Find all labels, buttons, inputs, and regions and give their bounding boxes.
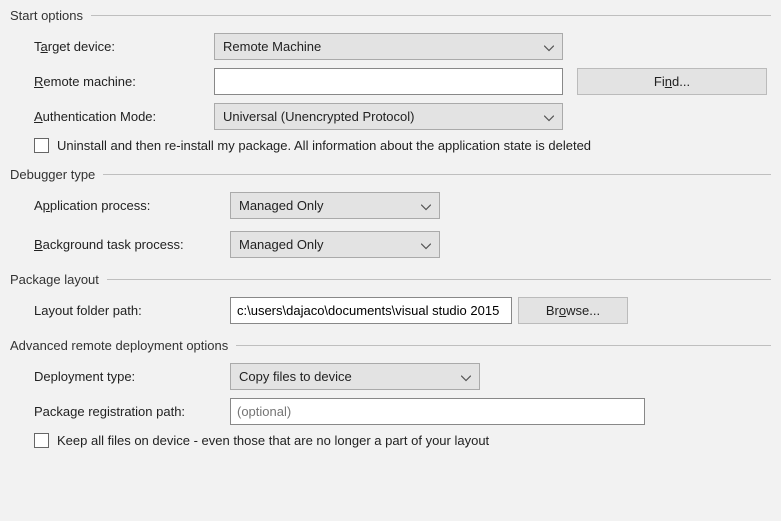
- select-value: Managed Only: [239, 198, 324, 213]
- section-title: Advanced remote deployment options: [10, 338, 228, 353]
- row-deploy-type: Deployment type: Copy files to device: [10, 363, 771, 390]
- section-title: Debugger type: [10, 167, 95, 182]
- label-app-process: Application process:: [34, 198, 230, 213]
- row-auth-mode: Authentication Mode: Universal (Unencryp…: [10, 103, 771, 130]
- select-value: Copy files to device: [239, 369, 352, 384]
- layout-path-input[interactable]: [230, 297, 512, 324]
- label-deploy-type: Deployment type:: [34, 369, 230, 384]
- keep-files-label: Keep all files on device - even those th…: [57, 433, 489, 448]
- section-header: Debugger type: [10, 167, 771, 182]
- divider: [91, 15, 771, 16]
- bg-process-select[interactable]: Managed Only: [230, 231, 440, 258]
- label-layout-path: Layout folder path:: [34, 303, 230, 318]
- remote-machine-input[interactable]: [214, 68, 563, 95]
- select-value: Managed Only: [239, 237, 324, 252]
- chevron-down-icon: [421, 237, 431, 252]
- chevron-down-icon: [544, 39, 554, 54]
- target-device-select[interactable]: Remote Machine: [214, 33, 563, 60]
- section-advanced: Advanced remote deployment options Deplo…: [10, 338, 771, 448]
- label-remote-machine: Remote machine:: [34, 74, 214, 89]
- row-uninstall-checkbox: Uninstall and then re-install my package…: [10, 138, 771, 153]
- uninstall-checkbox[interactable]: [34, 138, 49, 153]
- label-pkg-reg-path: Package registration path:: [34, 404, 230, 419]
- uninstall-label: Uninstall and then re-install my package…: [57, 138, 591, 153]
- divider: [103, 174, 771, 175]
- chevron-down-icon: [461, 369, 471, 384]
- row-pkg-reg-path: Package registration path:: [10, 398, 771, 425]
- row-target-device: Target device: Remote Machine: [10, 33, 771, 60]
- chevron-down-icon: [421, 198, 431, 213]
- section-start-options: Start options Target device: Remote Mach…: [10, 8, 771, 153]
- auth-mode-select[interactable]: Universal (Unencrypted Protocol): [214, 103, 563, 130]
- section-package-layout: Package layout Layout folder path: Brows…: [10, 272, 771, 324]
- row-remote-machine: Remote machine: Find...: [10, 68, 771, 95]
- deploy-type-select[interactable]: Copy files to device: [230, 363, 480, 390]
- divider: [107, 279, 771, 280]
- label-auth-mode: Authentication Mode:: [34, 109, 214, 124]
- row-keep-files-checkbox: Keep all files on device - even those th…: [10, 433, 771, 448]
- pkg-reg-input[interactable]: [230, 398, 645, 425]
- section-header: Advanced remote deployment options: [10, 338, 771, 353]
- keep-files-checkbox[interactable]: [34, 433, 49, 448]
- section-header: Start options: [10, 8, 771, 23]
- section-title: Start options: [10, 8, 83, 23]
- app-process-select[interactable]: Managed Only: [230, 192, 440, 219]
- label-bg-process: Background task process:: [34, 237, 230, 252]
- select-value: Universal (Unencrypted Protocol): [223, 109, 414, 124]
- label-target-device: Target device:: [34, 39, 214, 54]
- browse-button[interactable]: Browse...: [518, 297, 628, 324]
- chevron-down-icon: [544, 109, 554, 124]
- section-title: Package layout: [10, 272, 99, 287]
- section-debugger-type: Debugger type Application process: Manag…: [10, 167, 771, 258]
- section-header: Package layout: [10, 272, 771, 287]
- find-button[interactable]: Find...: [577, 68, 767, 95]
- row-layout-path: Layout folder path: Browse...: [10, 297, 771, 324]
- row-app-process: Application process: Managed Only: [10, 192, 771, 219]
- row-bg-process: Background task process: Managed Only: [10, 231, 771, 258]
- divider: [236, 345, 771, 346]
- select-value: Remote Machine: [223, 39, 321, 54]
